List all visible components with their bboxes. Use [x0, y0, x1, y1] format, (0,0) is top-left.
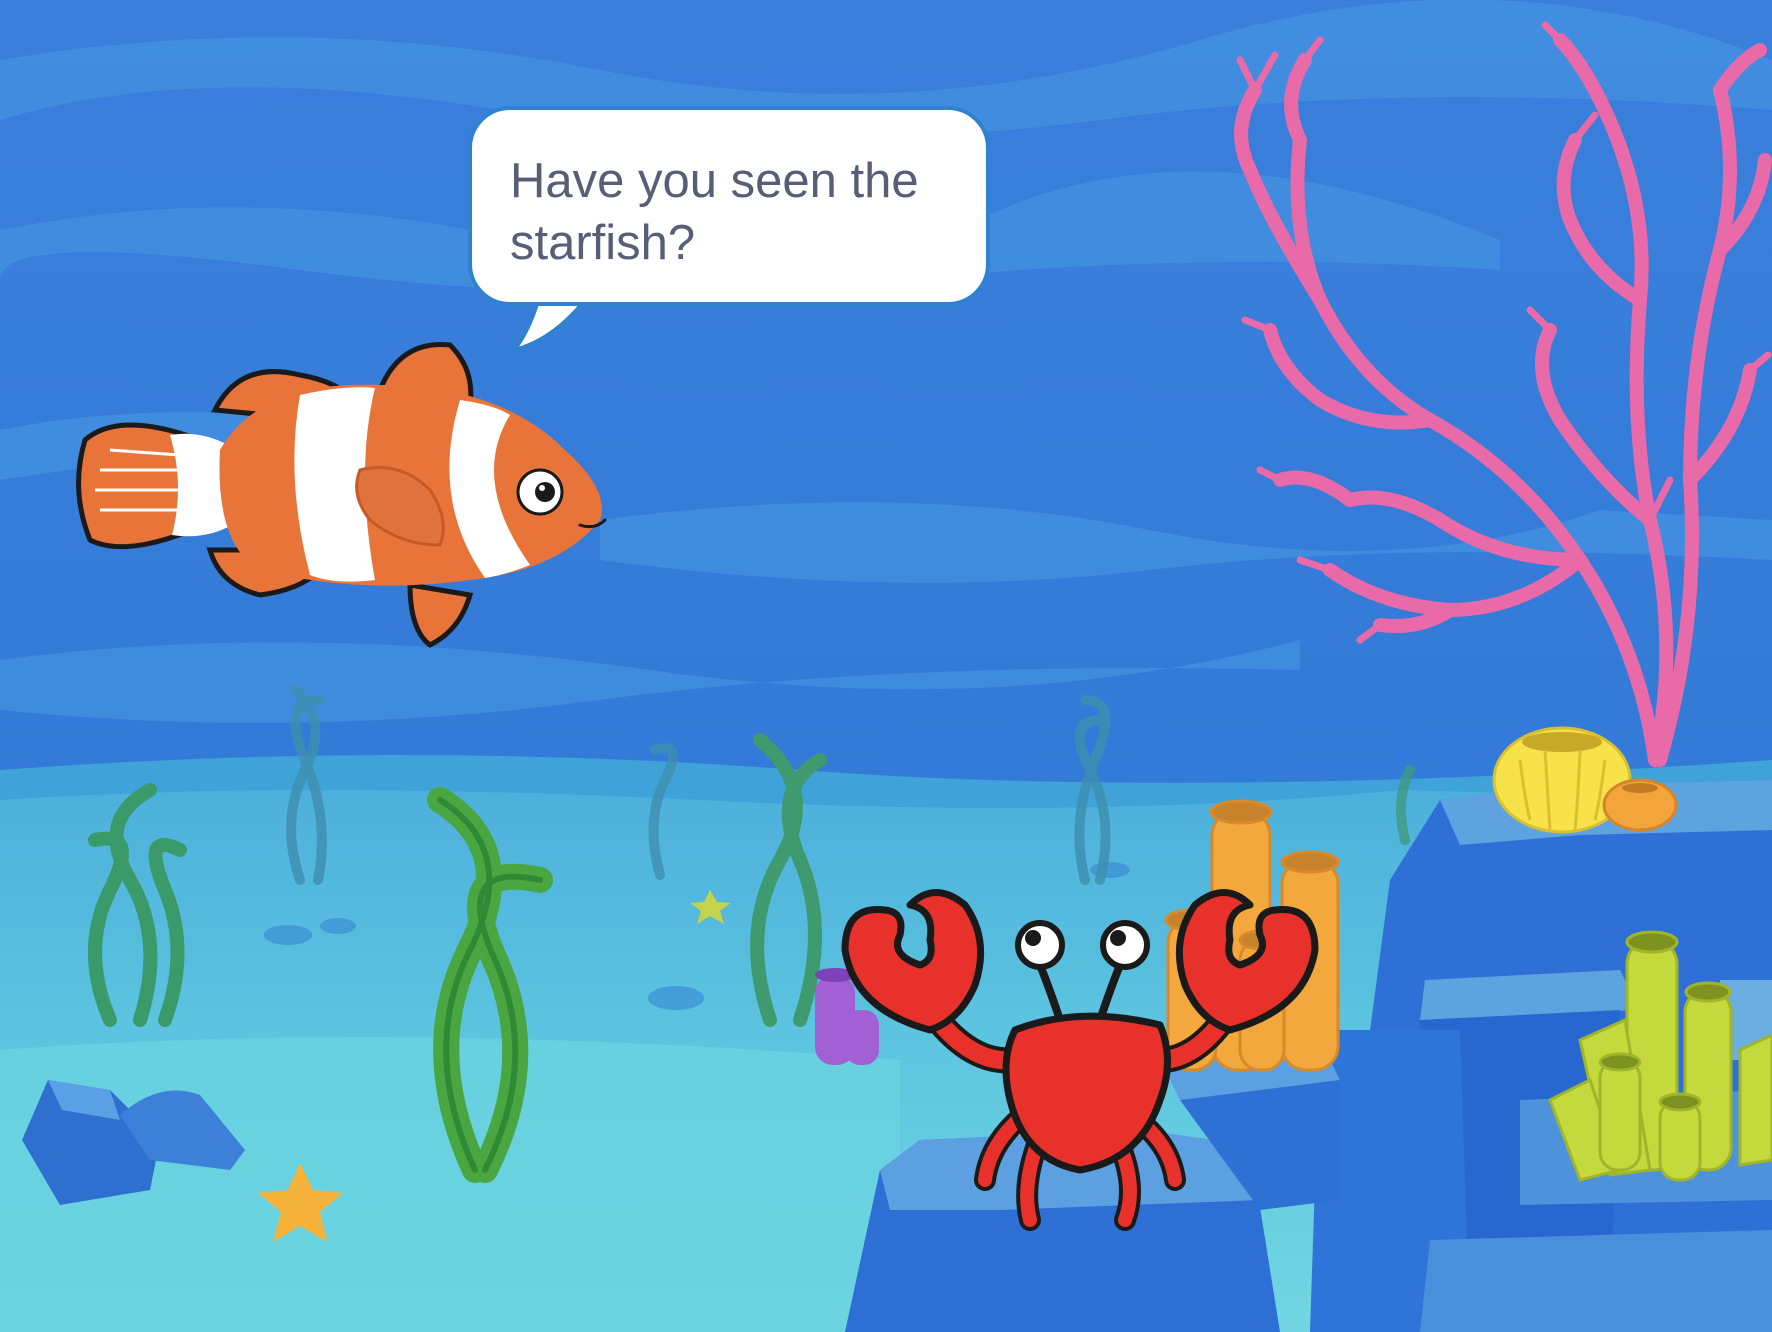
speech-bubble-tail	[512, 300, 592, 352]
speech-bubble-text: Have you seen the starfish?	[510, 154, 919, 270]
speech-bubble: Have you seen the starfish?	[468, 106, 990, 306]
stage[interactable]: Have you seen the starfish?	[0, 0, 1772, 1332]
